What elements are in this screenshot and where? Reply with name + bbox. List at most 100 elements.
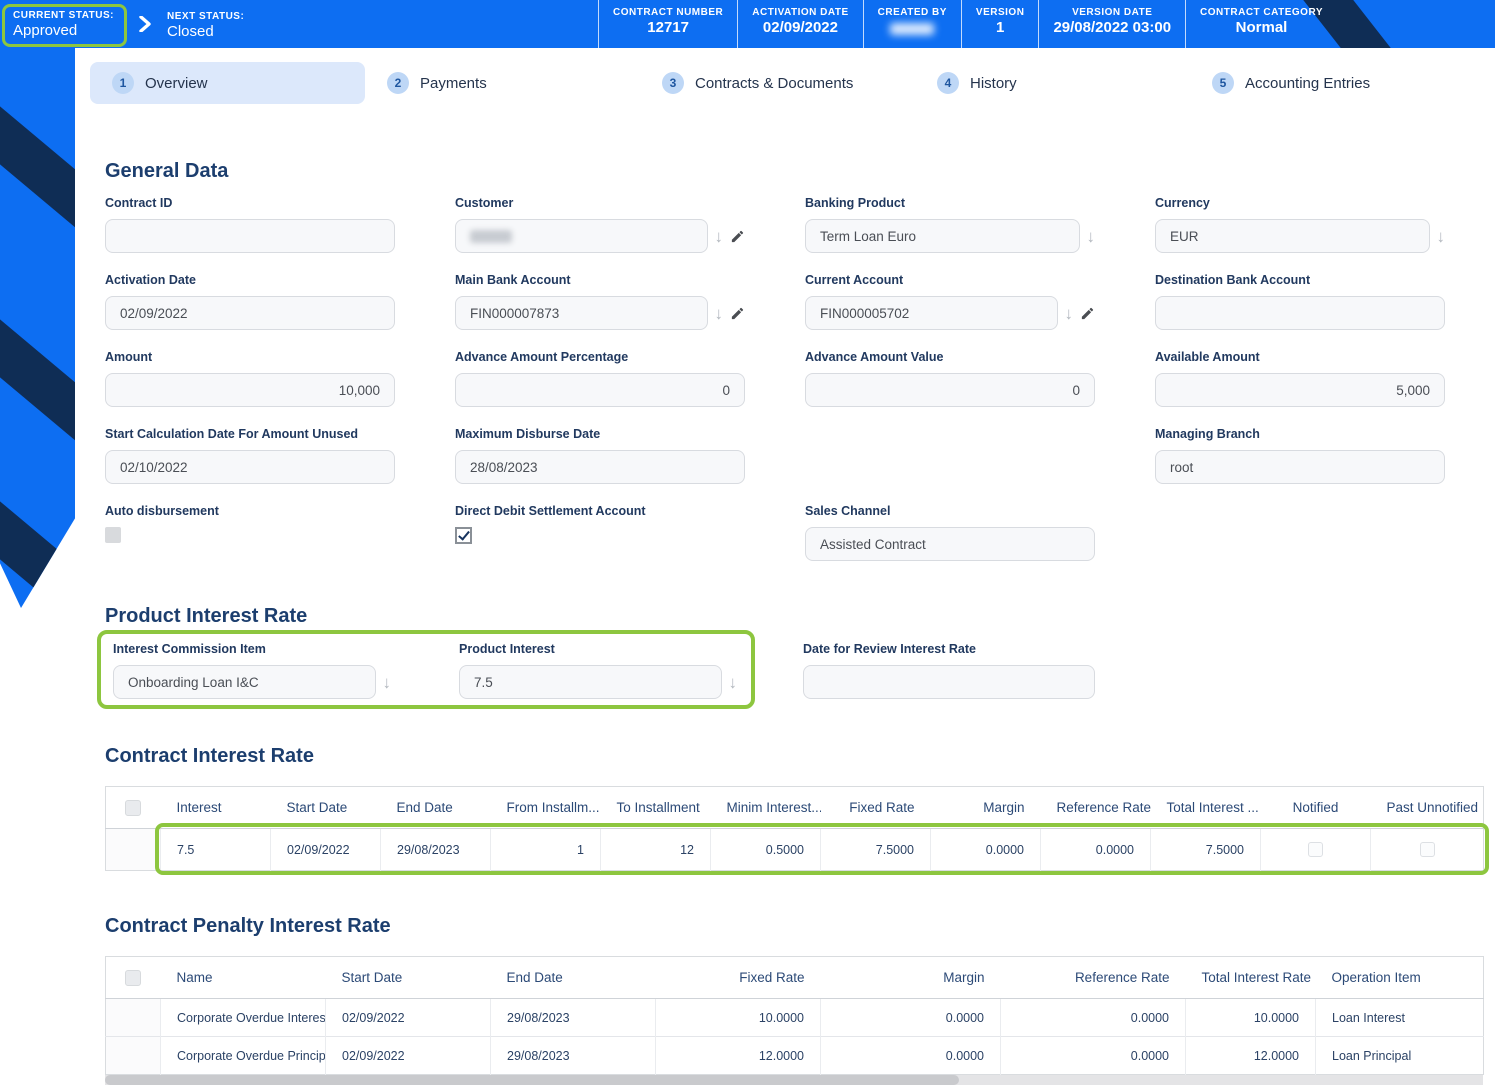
managing-branch-field[interactable]: root xyxy=(1155,450,1445,484)
advance-amount-value-field[interactable]: 0 xyxy=(805,373,1095,407)
column-header: Reference Rate xyxy=(1000,956,1186,999)
top-status-bar: CURRENT STATUS: Approved NEXT STATUS: Cl… xyxy=(0,0,1495,48)
column-header: From Installm... xyxy=(490,786,601,829)
tab-overview[interactable]: 1 Overview xyxy=(90,62,365,104)
tab-contracts-documents[interactable]: 3 Contracts & Documents xyxy=(640,62,915,104)
current-status-value: Approved xyxy=(13,21,78,39)
section-title-contract-penalty-interest-rate: Contract Penalty Interest Rate xyxy=(105,915,391,937)
table-cell: Corporate Overdue Principal xyxy=(160,1036,326,1075)
annotation-highlight-product-interest: Interest Commission Item Onboarding Loan… xyxy=(97,630,755,709)
tab-history[interactable]: 4 History xyxy=(915,62,1190,104)
tab-payments[interactable]: 2 Payments xyxy=(365,62,640,104)
current-account-field[interactable]: FIN000005702 xyxy=(805,296,1058,330)
customer-field[interactable] xyxy=(455,219,708,253)
date-for-review-interest-rate-field[interactable] xyxy=(803,665,1095,699)
start-calculation-date-field[interactable]: 02/10/2022 xyxy=(105,450,395,484)
select-all-checkbox[interactable] xyxy=(125,969,142,986)
column-header: Margin xyxy=(820,956,1001,999)
banking-product-field[interactable]: Term Loan Euro xyxy=(805,219,1080,253)
header-cell-contract-number: CONTRACT NUMBER 12717 xyxy=(597,0,737,48)
column-header: Total Interest ... xyxy=(1150,786,1261,829)
current-account-dropdown-arrow-icon[interactable]: ↓ xyxy=(1065,305,1074,322)
column-header: Interest xyxy=(160,786,271,829)
interest-commission-item-label: Interest Commission Item xyxy=(113,642,266,656)
current-account-label: Current Account xyxy=(805,273,904,287)
direct-debit-settlement-checkbox[interactable] xyxy=(455,527,472,544)
main-bank-account-dropdown-arrow-icon[interactable]: ↓ xyxy=(715,305,724,322)
table-cell: 10.0000 xyxy=(1185,998,1316,1037)
destination-bank-account-field[interactable] xyxy=(1155,296,1445,330)
currency-field[interactable]: EUR xyxy=(1155,219,1430,253)
column-header: Notified xyxy=(1260,786,1371,829)
product-interest-field[interactable]: 7.5 xyxy=(459,665,722,699)
contract-id-label: Contract ID xyxy=(105,196,173,210)
main-bank-account-label: Main Bank Account xyxy=(455,273,571,287)
tab-accounting-entries[interactable]: 5 Accounting Entries xyxy=(1190,62,1465,104)
managing-branch-label: Managing Branch xyxy=(1155,427,1260,441)
currency-label: Currency xyxy=(1155,196,1210,210)
main-bank-account-edit-pencil-icon[interactable] xyxy=(730,306,745,321)
table-cell: 0.0000 xyxy=(820,998,1001,1037)
amount-label: Amount xyxy=(105,350,153,364)
past-unnotified-checkbox[interactable] xyxy=(1419,842,1435,858)
main-area: 1 Overview 2 Payments 3 Contracts & Docu… xyxy=(0,48,1495,1085)
table-cell: 02/09/2022 xyxy=(325,998,491,1037)
contract-interest-rate-table: Interest Start Date End Date From Instal… xyxy=(105,786,1484,871)
banking-product-dropdown-arrow-icon[interactable]: ↓ xyxy=(1087,228,1096,245)
interest-commission-item-dropdown-arrow-icon[interactable]: ↓ xyxy=(383,674,392,691)
section-title-product-interest-rate: Product Interest Rate xyxy=(105,605,308,627)
contract-interest-rate-row[interactable]: 7.5 02/09/2022 29/08/2023 1 12 0.5000 7.… xyxy=(105,828,1484,871)
select-all-checkbox[interactable] xyxy=(125,799,142,816)
left-decorative-ribbon xyxy=(0,48,75,608)
column-header: Total Interest Rate xyxy=(1185,956,1316,999)
product-interest-row: Interest Commission Item Onboarding Loan… xyxy=(97,630,1483,709)
section-title-contract-interest-rate: Contract Interest Rate xyxy=(105,745,314,767)
amount-field[interactable]: 10,000 xyxy=(105,373,395,407)
advance-amount-percentage-field[interactable]: 0 xyxy=(455,373,745,407)
activation-date-field[interactable]: 02/09/2022 xyxy=(105,296,395,330)
current-status-highlight-annotation: CURRENT STATUS: Approved xyxy=(2,3,128,47)
table-cell: 29/08/2023 xyxy=(380,828,491,871)
next-status-label: NEXT STATUS: xyxy=(167,11,245,22)
contract-id-field[interactable] xyxy=(105,219,395,253)
column-header: Start Date xyxy=(270,786,381,829)
redacted-customer-value xyxy=(470,229,512,243)
product-interest-label: Product Interest xyxy=(459,642,555,656)
ribbon-band xyxy=(0,103,75,231)
customer-dropdown-arrow-icon[interactable]: ↓ xyxy=(715,228,724,245)
column-header: Operation Item xyxy=(1315,956,1484,999)
maximum-disburse-date-field[interactable]: 28/08/2023 xyxy=(455,450,745,484)
customer-edit-pencil-icon[interactable] xyxy=(730,229,745,244)
banking-product-label: Banking Product xyxy=(805,196,906,210)
column-header: Reference Rate xyxy=(1040,786,1151,829)
date-for-review-interest-rate-label: Date for Review Interest Rate xyxy=(803,642,976,656)
column-header: Start Date xyxy=(325,956,491,999)
penalty-rate-row[interactable]: Corporate Overdue Interest 02/09/2022 29… xyxy=(105,998,1484,1037)
scrollbar-thumb[interactable] xyxy=(105,1075,960,1085)
tab-number-badge: 5 xyxy=(1212,72,1234,94)
penalty-rate-row[interactable]: Corporate Overdue Principal 02/09/2022 2… xyxy=(105,1036,1484,1075)
table-cell: 29/08/2023 xyxy=(490,1036,656,1075)
sales-channel-field[interactable]: Assisted Contract xyxy=(805,527,1095,561)
main-bank-account-field[interactable]: FIN000007873 xyxy=(455,296,708,330)
form-row-5: Auto disbursement Direct Debit Settlemen… xyxy=(105,504,1483,561)
table-cell: 0.0000 xyxy=(1000,998,1186,1037)
checkmark-icon xyxy=(458,528,470,541)
available-amount-field[interactable]: 5,000 xyxy=(1155,373,1445,407)
table-cell: 1 xyxy=(490,828,601,871)
auto-disbursement-checkbox[interactable] xyxy=(105,527,121,543)
product-interest-dropdown-arrow-icon[interactable]: ↓ xyxy=(729,674,738,691)
current-account-edit-pencil-icon[interactable] xyxy=(1080,306,1095,321)
current-status-label: CURRENT STATUS: xyxy=(13,9,115,21)
header-cell-activation-date: ACTIVATION DATE 02/09/2022 xyxy=(737,0,862,48)
interest-commission-item-field[interactable]: Onboarding Loan I&C xyxy=(113,665,376,699)
horizontal-scrollbar[interactable] xyxy=(105,1075,1483,1085)
currency-dropdown-arrow-icon[interactable]: ↓ xyxy=(1437,228,1446,245)
table-cell: 10.0000 xyxy=(655,998,821,1037)
table-cell: 0.5000 xyxy=(710,828,821,871)
table-cell: Corporate Overdue Interest xyxy=(160,998,326,1037)
penalty-interest-rate-table-wrap: Name Start Date End Date Fixed Rate Marg… xyxy=(105,956,1484,1085)
notified-checkbox[interactable] xyxy=(1308,842,1323,858)
form-row-4: Start Calculation Date For Amount Unused… xyxy=(105,427,1483,484)
tab-number-badge: 2 xyxy=(387,72,409,94)
